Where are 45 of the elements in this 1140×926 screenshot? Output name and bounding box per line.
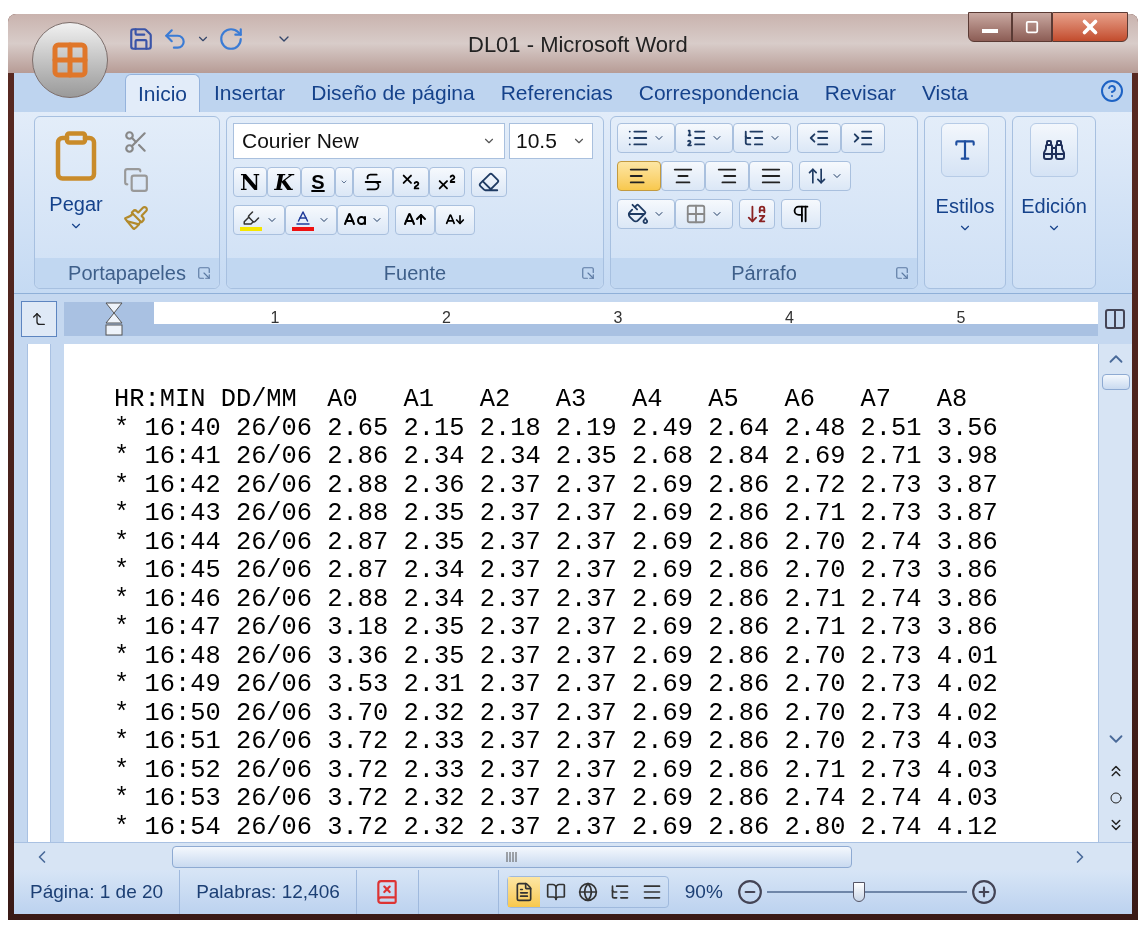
font-size-dropdown[interactable]: 10.5 [509, 123, 593, 159]
document-line: * 16:47 26/06 3.18 2.35 2.37 2.37 2.69 2.86 2.71 2.73 3.86 [114, 614, 999, 643]
ribbon-tab[interactable]: Revisar [812, 74, 908, 112]
zoom-level[interactable]: 90% [684, 877, 723, 907]
font-name: Courier New [242, 128, 359, 155]
underline-button[interactable]: S [301, 167, 335, 197]
group-label: Párrafo [731, 261, 797, 286]
italic-button[interactable]: K [267, 167, 301, 197]
ribbon-tab[interactable]: Insertar [202, 74, 298, 112]
word-count[interactable]: Palabras: 12,406 [180, 870, 357, 914]
window-title: DL01 - Microsoft Word [468, 31, 688, 59]
document-line: * 16:40 26/06 2.65 2.15 2.18 2.19 2.49 2.64 2.48 2.51 3.56 [114, 414, 999, 443]
document-line: HR:MIN DD/MM A0 A1 A2 A3 A4 A5 A6 A7 A8 [114, 386, 969, 415]
editing-button[interactable]: Edición [1019, 123, 1089, 235]
group-label: Portapapeles [68, 261, 186, 286]
ruler-number: 4 [785, 310, 794, 326]
ruler-number: 5 [956, 310, 966, 326]
document-line: * 16:50 26/06 3.70 2.32 2.37 2.37 2.69 2.86 2.70 2.73 4.02 [114, 699, 999, 728]
ribbon-tab[interactable]: Correspondencia [626, 74, 811, 112]
font-size: 10.5 [516, 128, 557, 155]
document-line: * 16:43 26/06 2.88 2.35 2.37 2.37 2.69 2.86 2.71 2.73 3.87 [114, 500, 999, 529]
document-line: * 16:54 26/06 3.72 2.32 2.37 2.37 2.69 2.86 2.80 2.74 4.12 [114, 813, 999, 842]
document-line: * 16:42 26/06 2.88 2.36 2.37 2.37 2.69 2.86 2.72 2.73 3.87 [114, 471, 999, 500]
styles-button[interactable]: Estilos [931, 123, 999, 235]
document-line: * 16:48 26/06 3.36 2.35 2.37 2.37 2.69 2.86 2.70 2.73 4.01 [114, 642, 999, 671]
document-line: * 16:44 26/06 2.87 2.35 2.37 2.37 2.69 2.86 2.70 2.74 3.86 [114, 528, 999, 557]
ruler-number: 2 [442, 310, 451, 326]
document-line: * 16:45 26/06 2.87 2.34 2.37 2.37 2.69 2.86 2.70 2.73 3.86 [114, 557, 999, 586]
bold-button[interactable]: N [233, 167, 267, 197]
paste-button[interactable]: Pegar [41, 123, 111, 233]
document-line: * 16:49 26/06 3.53 2.31 2.37 2.37 2.69 2.86 2.70 2.73 4.02 [114, 671, 999, 700]
ribbon-tab[interactable]: Vista [909, 74, 981, 112]
ruler-number: 3 [613, 310, 623, 326]
font-name-dropdown[interactable]: Courier New [233, 123, 505, 159]
document-line: * 16:41 26/06 2.86 2.34 2.34 2.35 2.68 2.84 2.69 2.71 3.98 [114, 443, 999, 472]
group-label: Fuente [383, 261, 447, 286]
document-line: * 16:46 26/06 2.88 2.34 2.37 2.37 2.69 2.86 2.71 2.74 3.86 [114, 585, 999, 614]
ribbon-tab[interactable]: Referencias [488, 74, 625, 112]
document-line: * 16:52 26/06 3.72 2.33 2.37 2.37 2.69 2.86 2.71 2.73 4.03 [114, 756, 999, 785]
ribbon-tab[interactable]: Diseño de página [299, 74, 487, 112]
document-line: * 16:51 26/06 3.72 2.33 2.37 2.37 2.69 2.86 2.70 2.73 4.03 [114, 728, 999, 757]
document-line: * 16:53 26/06 3.72 2.32 2.37 2.37 2.69 2.86 2.74 2.74 4.03 [114, 785, 999, 814]
ruler-number: 1 [270, 310, 280, 326]
page-count[interactable]: Página: 1 de 20 [14, 870, 181, 914]
ribbon-tab[interactable]: Inicio [125, 74, 201, 112]
